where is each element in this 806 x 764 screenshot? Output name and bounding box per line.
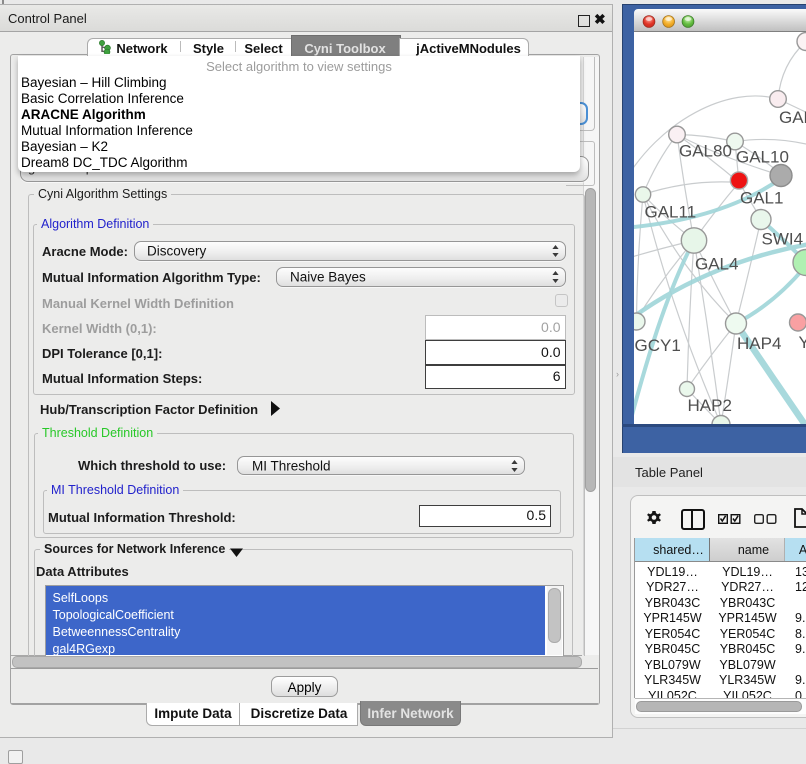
svg-text:HAP2: HAP2 xyxy=(688,396,732,415)
svg-text:GAL1: GAL1 xyxy=(740,188,783,207)
svg-text:HAP4: HAP4 xyxy=(737,334,781,353)
svg-text:GAL10: GAL10 xyxy=(736,147,789,166)
svg-text:SWI4: SWI4 xyxy=(762,229,804,248)
svg-text:GAL4: GAL4 xyxy=(695,254,738,273)
svg-text:GAL11: GAL11 xyxy=(645,202,697,221)
svg-text:YM: YM xyxy=(799,333,806,352)
svg-text:GAL2: GAL2 xyxy=(779,108,806,127)
svg-text:GCY1: GCY1 xyxy=(635,336,681,355)
svg-text:GAL80: GAL80 xyxy=(679,141,732,160)
